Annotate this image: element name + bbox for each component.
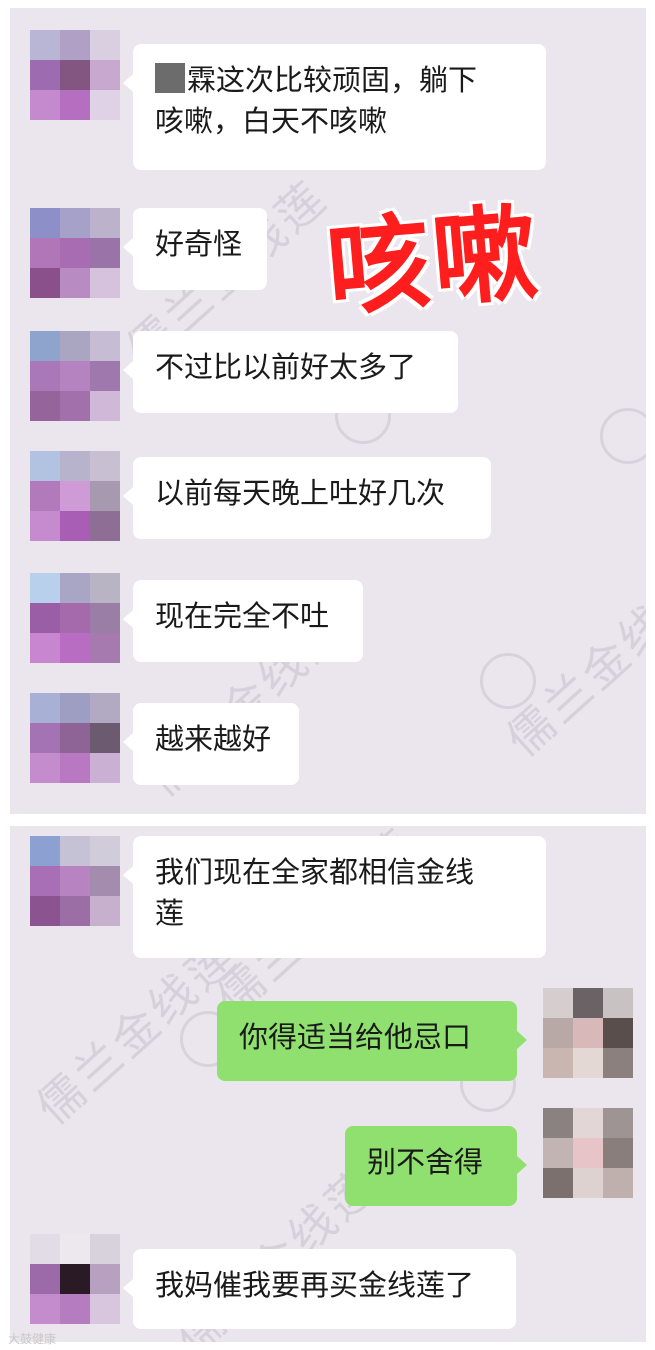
avatar[interactable] [30,1234,120,1324]
message-line: 我妈催我要再买金线莲了 [155,1268,475,1302]
message-line: 越来越好 [155,722,272,756]
message-bubble[interactable]: 我们现在全家都相信金线 莲 [123,836,546,958]
message-line: 我们现在全家都相信金线 [155,855,475,889]
message-line: 好奇怪 [155,227,243,261]
message-bubble[interactable]: 别不舍得 [345,1126,527,1206]
avatar[interactable] [30,836,120,926]
watermark-logo-icon [480,653,536,709]
avatar[interactable] [30,573,120,663]
cough-stamp-overlay: 咳嗽 [321,190,544,331]
avatar[interactable] [30,693,120,783]
avatar[interactable] [30,208,120,298]
avatar[interactable] [543,1108,633,1198]
message-line: 莲 [155,896,185,930]
message-bubble[interactable]: 现在完全不吐 [123,580,363,662]
message-bubble[interactable]: 好奇怪 [123,208,267,290]
message-line: 不过比以前好太多了 [155,350,417,384]
source-credit: 大鼓健康 [8,1332,57,1346]
message-bubble[interactable]: 你得适当给他忌口 [217,1001,527,1081]
message-line: 现在完全不吐 [155,599,330,633]
message-line: 霖这次比较顽固，躺下 [155,60,524,101]
avatar[interactable] [30,30,120,120]
message-bubble[interactable]: 越来越好 [123,703,299,785]
message-line: 你得适当给他忌口 [239,1020,472,1054]
chat-panel-bottom: 儒兰金线莲 儒兰金线莲 儒兰金线莲 我们现在全家都相信金线 莲 你得适当给他忌口… [10,826,646,1342]
chat-panel-top: 儒兰金线莲 儒兰金线莲 儒兰金线莲 霖这次比较顽固，躺下 咳嗽，白天不咳嗽 好奇… [10,8,646,814]
message-bubble[interactable]: 霖这次比较顽固，躺下 咳嗽，白天不咳嗽 [123,44,546,170]
avatar[interactable] [30,451,120,541]
message-bubble[interactable]: 我妈催我要再买金线莲了 [123,1249,516,1329]
message-bubble[interactable]: 不过比以前好太多了 [123,331,458,413]
message-line: 以前每天晚上吐好几次 [155,476,446,510]
message-line: 别不舍得 [367,1145,484,1179]
avatar[interactable] [543,988,633,1078]
censored-name-block [155,63,185,93]
avatar[interactable] [30,331,120,421]
watermark-logo-icon [600,408,646,464]
message-line: 咳嗽，白天不咳嗽 [155,104,388,138]
message-bubble[interactable]: 以前每天晚上吐好几次 [123,457,491,539]
